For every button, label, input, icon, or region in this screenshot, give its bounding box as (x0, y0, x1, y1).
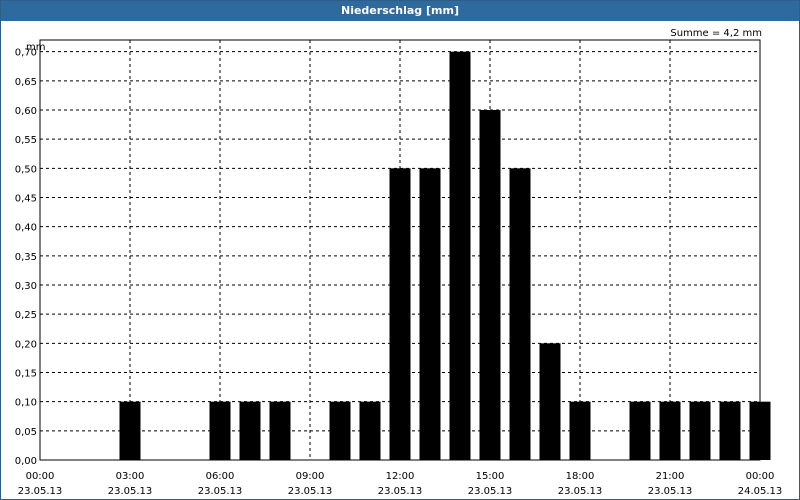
bar (629, 401, 651, 460)
bar (719, 401, 741, 460)
y-tick-label: 0,30 (15, 281, 37, 292)
bar (539, 343, 561, 460)
x-tick-time: 00:00 (26, 471, 55, 482)
bar (269, 401, 291, 460)
y-tick-labels: 0,00 0,05 0,10 0,15 0,20 0,25 0,30 0,35 0,40 0,45… (15, 48, 37, 467)
x-tick-time: 09:00 (296, 471, 325, 482)
bar-chart: 0,00 0,05 0,10 0,15 0,20 0,25 0,30 0,35 0,40 0,45… (15, 28, 783, 497)
x-tick-date: 23.05.13 (198, 486, 243, 497)
x-tick-time: 15:00 (476, 471, 505, 482)
x-tick-date: 23.05.13 (468, 486, 513, 497)
bar (479, 110, 501, 460)
x-tick-date: 23.05.13 (558, 486, 603, 497)
bar (209, 401, 231, 460)
y-tick-label: 0,65 (15, 77, 37, 88)
y-tick-label: 0,20 (15, 339, 37, 350)
y-tick-label: 0,45 (15, 194, 37, 205)
bar (569, 401, 591, 460)
y-tick-label: 0,00 (15, 456, 37, 467)
y-tick-label: 0,35 (15, 252, 37, 263)
bar (329, 401, 351, 460)
x-tick-date: 23.05.13 (108, 486, 153, 497)
sum-label: Summe = 4,2 mm (670, 28, 762, 39)
y-axis-label: mm (26, 42, 45, 53)
x-tick-time: 00:00 (746, 471, 775, 482)
y-tick-label: 0,40 (15, 223, 37, 234)
bar (419, 168, 441, 461)
y-tick-label: 0,15 (15, 369, 37, 380)
x-tick-date: 23.05.13 (378, 486, 423, 497)
y-tick-label: 0,60 (15, 106, 37, 117)
y-tick-label: 0,50 (15, 164, 37, 175)
x-tick-date: 23.05.13 (288, 486, 333, 497)
x-tick-date: 23.05.13 (18, 486, 63, 497)
y-tick-label: 0,55 (15, 135, 37, 146)
x-tick-time: 06:00 (206, 471, 235, 482)
bar (359, 401, 381, 460)
x-tick-time: 12:00 (386, 471, 415, 482)
bar (509, 168, 531, 461)
x-tick-time: 18:00 (566, 471, 595, 482)
x-tick-date: 23.05.13 (648, 486, 693, 497)
x-tick-labels: 00:00 23.05.13 03:00 23.05.13 06:00 23.05.13 0… (18, 471, 783, 497)
x-tick-date: 24.05.13 (738, 486, 783, 497)
y-tick-label: 0,25 (15, 310, 37, 321)
bar (689, 401, 711, 460)
bar (119, 401, 141, 460)
bar (389, 168, 411, 461)
x-tick-time: 21:00 (656, 471, 685, 482)
bar (239, 401, 261, 460)
bar (659, 401, 681, 460)
y-tick-label: 0,05 (15, 427, 37, 438)
bar (449, 51, 471, 461)
y-tick-label: 0,10 (15, 398, 37, 409)
x-tick-time: 03:00 (116, 471, 145, 482)
